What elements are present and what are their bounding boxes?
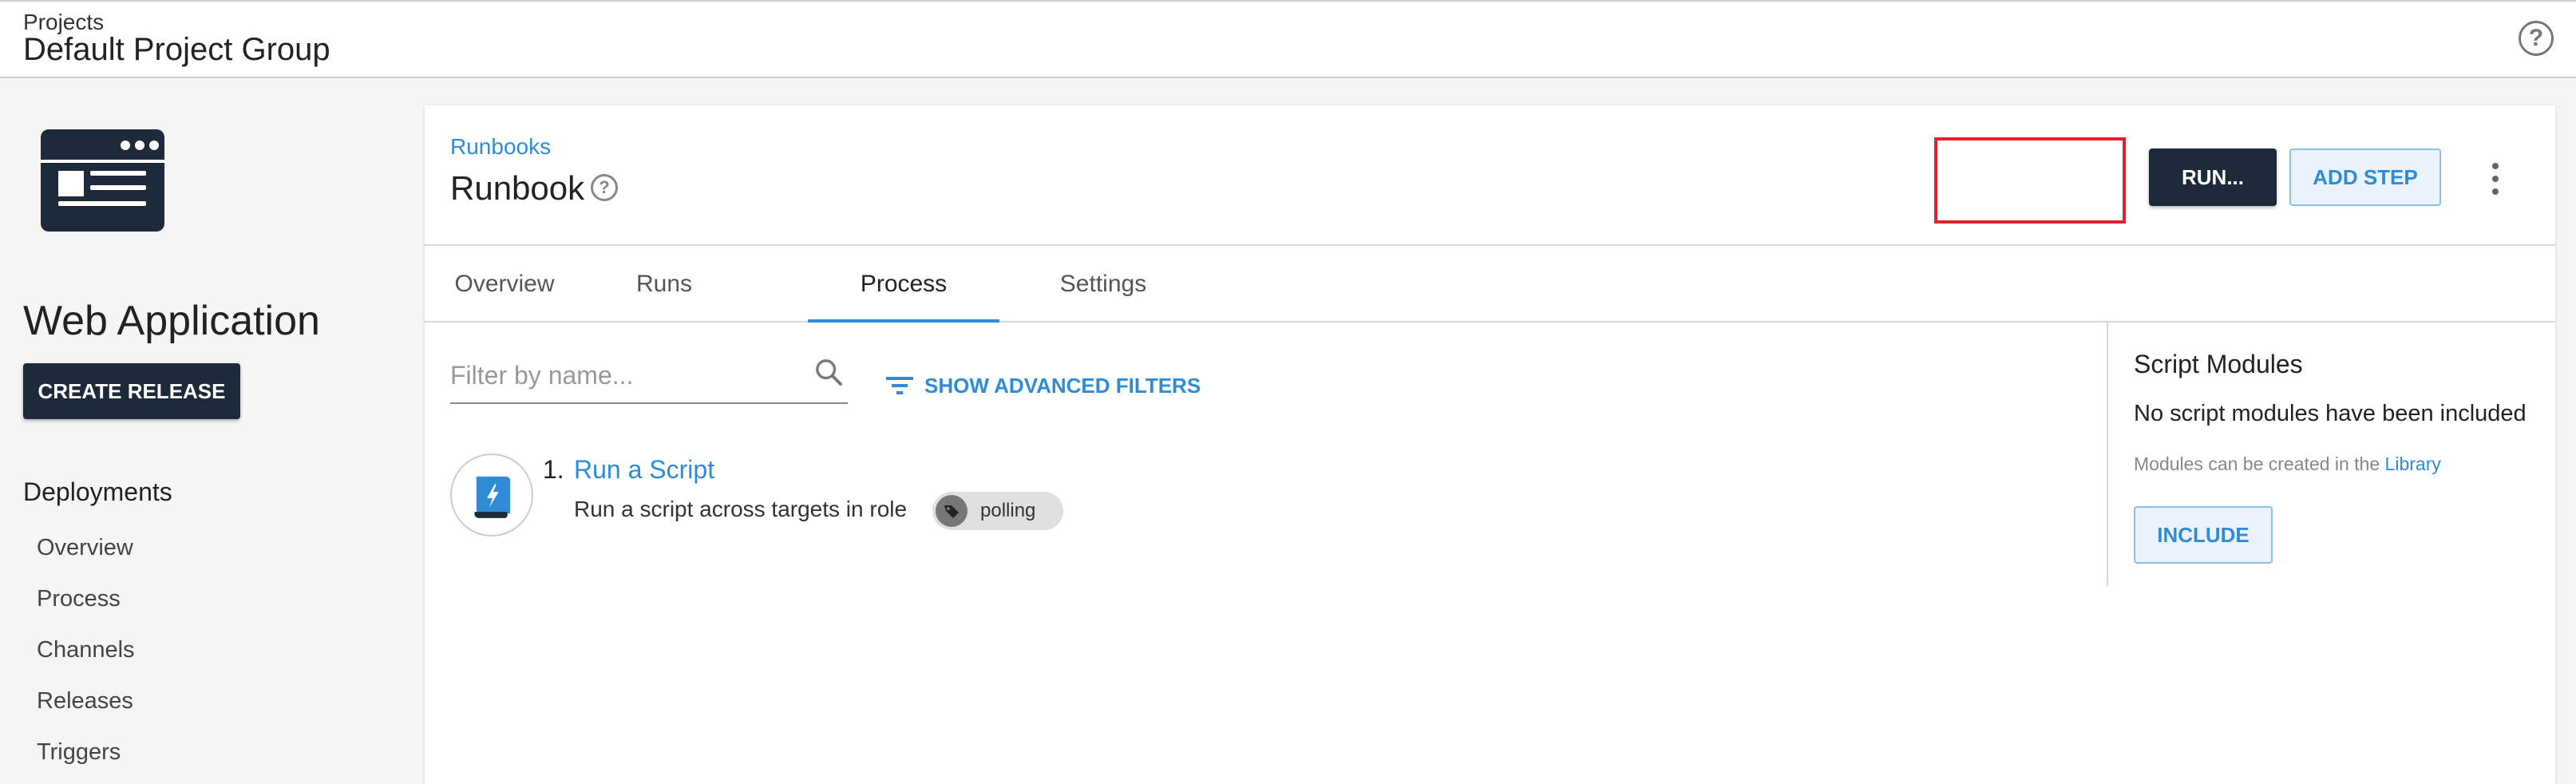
nav-heading-deployments: Deployments: [23, 477, 172, 506]
sidebar-item-process[interactable]: Process: [37, 586, 121, 612]
filter-icon: [886, 377, 913, 394]
advanced-filters-label: SHOW ADVANCED FILTERS: [924, 374, 1201, 398]
tab-settings[interactable]: Settings: [1015, 246, 1191, 323]
runbook-title: Runbook: [450, 169, 585, 207]
script-modules-hint: Modules can be created in the Library: [2134, 453, 2441, 475]
sidebar-item-overview[interactable]: Overview: [37, 535, 133, 561]
filter-field: [450, 345, 848, 404]
step-number: 1.: [543, 455, 564, 484]
help-circle-icon[interactable]: ?: [2519, 21, 2554, 56]
script-modules-empty: No script modules have been included: [2134, 401, 2527, 426]
create-release-button[interactable]: CREATE RELEASE: [23, 363, 240, 419]
project-group-title: Default Project Group: [23, 32, 330, 67]
filter-input[interactable]: [450, 353, 801, 398]
sidebar-item-triggers[interactable]: Triggers: [37, 739, 121, 766]
project-sidebar: Web Application CREATE RELEASE Deploymen…: [0, 78, 423, 775]
top-header: Projects Default Project Group ?: [0, 0, 2576, 78]
role-tag-label: polling: [980, 500, 1036, 521]
hint-text: Modules can be created in the: [2134, 453, 2380, 474]
tag-icon: [936, 495, 967, 527]
step-name-link[interactable]: Run a Script: [574, 455, 714, 485]
tab-overview[interactable]: Overview: [425, 246, 584, 323]
sidebar-item-releases[interactable]: Releases: [37, 688, 133, 715]
project-name: Web Application: [23, 298, 320, 344]
web-application-icon: [41, 129, 164, 232]
script-modules-heading: Script Modules: [2134, 350, 2303, 378]
library-link[interactable]: Library: [2385, 453, 2441, 474]
breadcrumb-runbooks[interactable]: Runbooks: [450, 134, 551, 160]
tab-runs[interactable]: Runs: [584, 246, 744, 323]
runbook-tabs: Overview Runs Process Settings: [425, 244, 2555, 323]
more-options-icon[interactable]: [2487, 163, 2503, 195]
sidebar-item-channels[interactable]: Channels: [37, 637, 135, 663]
add-step-button[interactable]: ADD STEP: [2289, 148, 2441, 206]
run-button[interactable]: RUN...: [2149, 148, 2277, 206]
tab-process[interactable]: Process: [808, 246, 999, 323]
runbook-help-icon[interactable]: ?: [591, 174, 618, 201]
step-description: Run a script across targets in role: [574, 497, 908, 521]
runbook-card: Runbooks Runbook ? RUN... ADD STEP Overv…: [425, 105, 2555, 784]
highlight-box: [1934, 137, 2126, 224]
role-tag-chip: polling: [932, 492, 1063, 530]
script-icon: [450, 453, 533, 537]
include-button[interactable]: INCLUDE: [2134, 506, 2273, 564]
search-icon[interactable]: [813, 356, 845, 388]
script-modules-panel: Script Modules No script modules have be…: [2107, 323, 2555, 586]
